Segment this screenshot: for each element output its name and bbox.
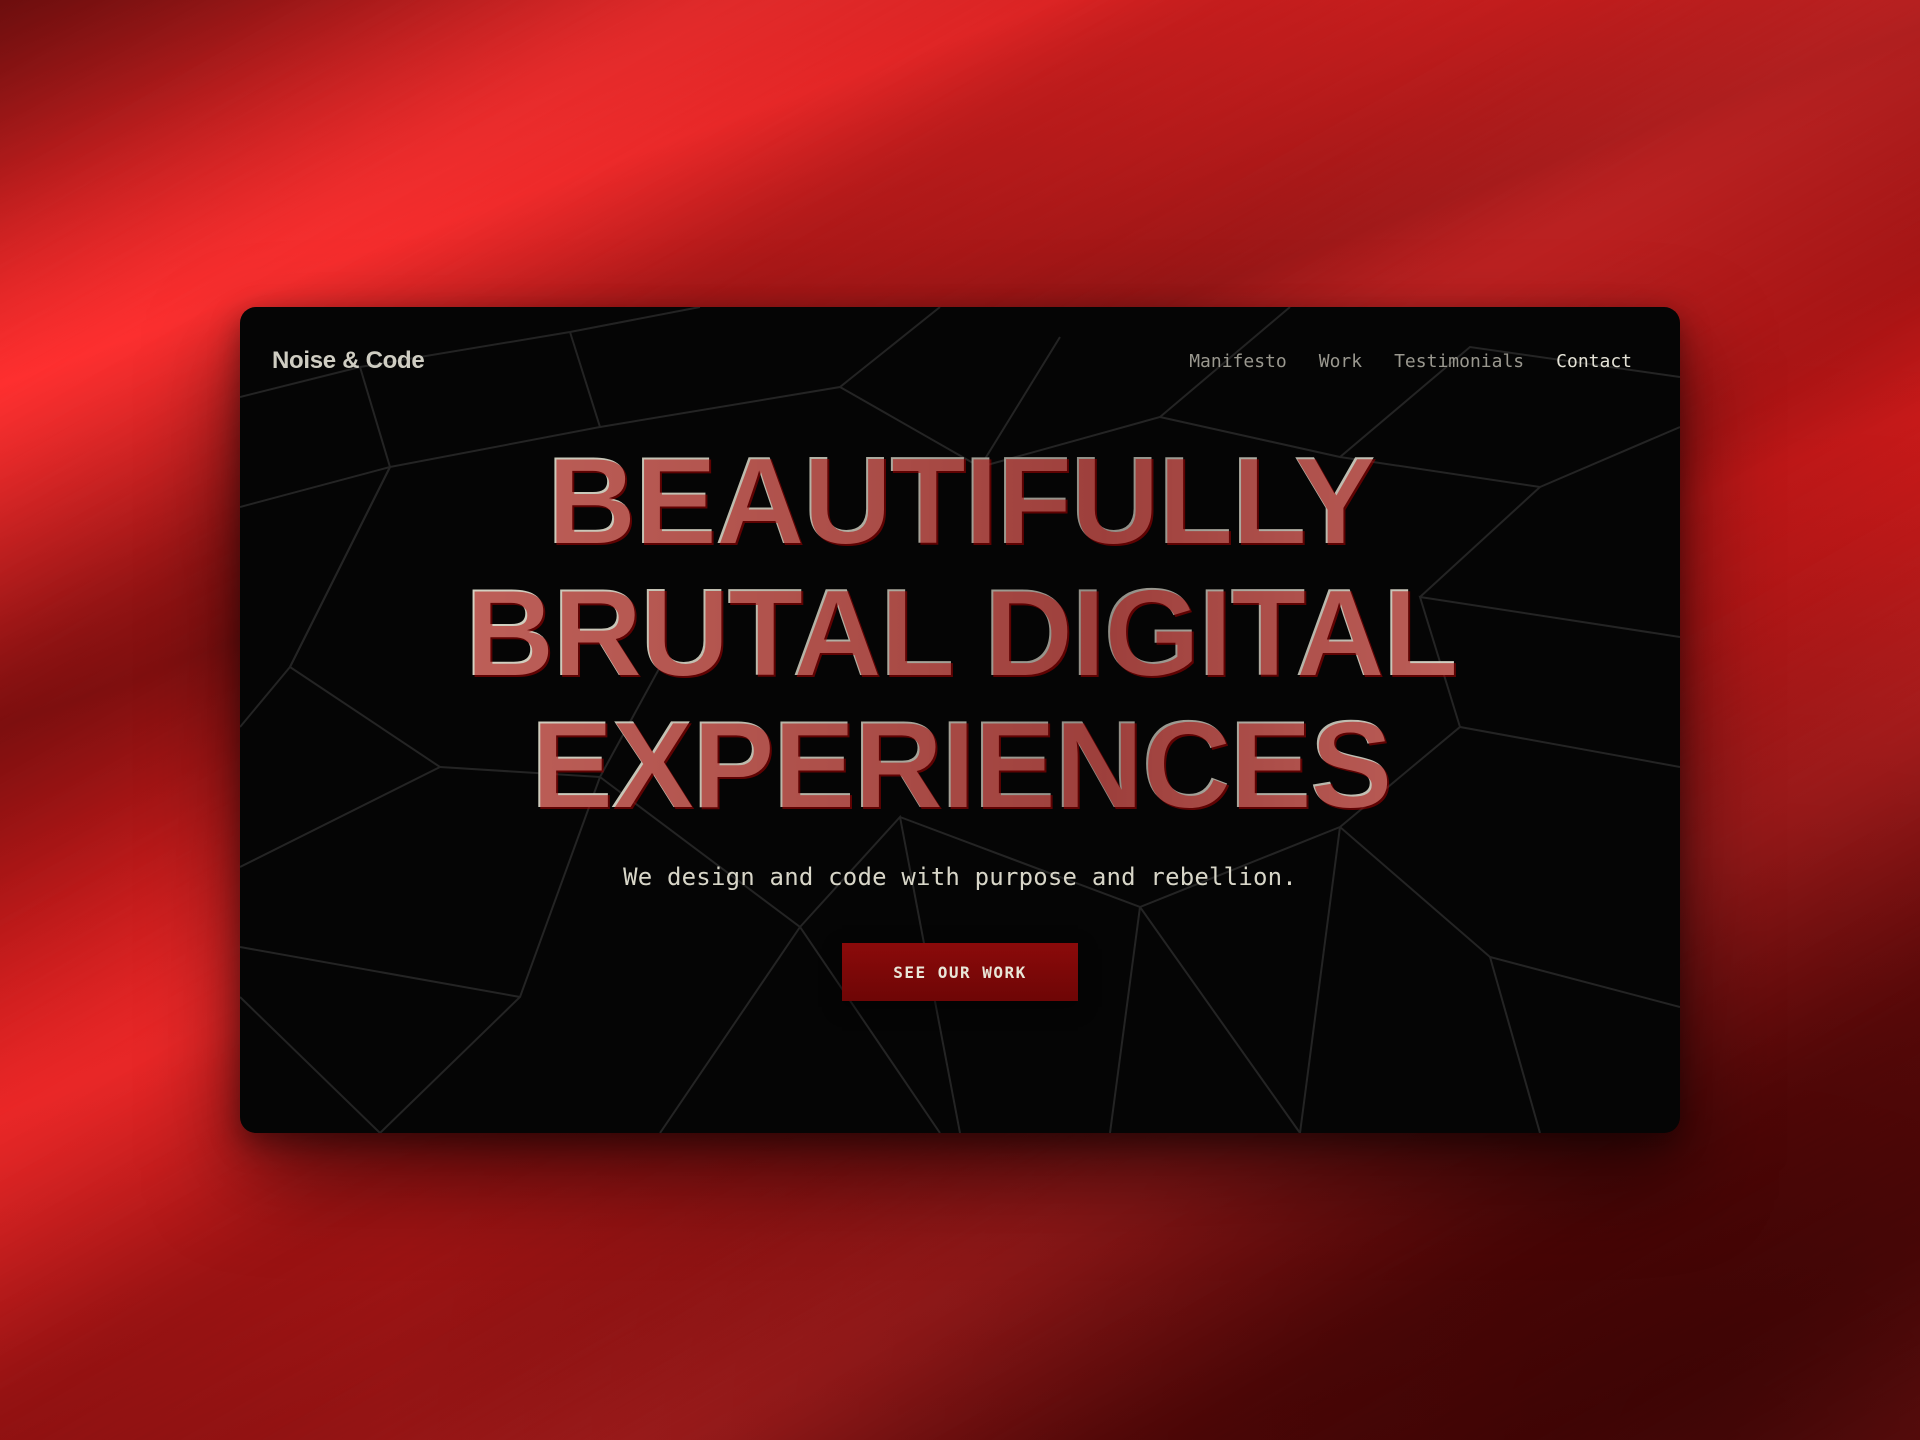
website-window: Noise & Code Manifesto Work Testimonials… — [240, 307, 1680, 1133]
top-nav: Noise & Code Manifesto Work Testimonials… — [272, 341, 1632, 381]
nav-links: Manifesto Work Testimonials Contact — [1189, 351, 1632, 372]
brand-logo[interactable]: Noise & Code — [272, 347, 425, 375]
headline-line-1: BEAUTIFULLY — [240, 435, 1680, 567]
see-our-work-button[interactable]: SEE OUR WORK — [842, 943, 1078, 1001]
nav-link-work[interactable]: Work — [1319, 351, 1362, 372]
nav-link-contact[interactable]: Contact — [1556, 351, 1632, 372]
headline-line-2: BRUTAL DIGITAL — [240, 567, 1680, 699]
nav-link-testimonials[interactable]: Testimonials — [1394, 351, 1524, 372]
nav-link-manifesto[interactable]: Manifesto — [1189, 351, 1287, 372]
headline-line-3: EXPERIENCES — [240, 699, 1680, 831]
hero-headline: BEAUTIFULLY BRUTAL DIGITAL EXPERIENCES — [240, 435, 1680, 831]
hero-subtitle: We design and code with purpose and rebe… — [623, 863, 1297, 891]
